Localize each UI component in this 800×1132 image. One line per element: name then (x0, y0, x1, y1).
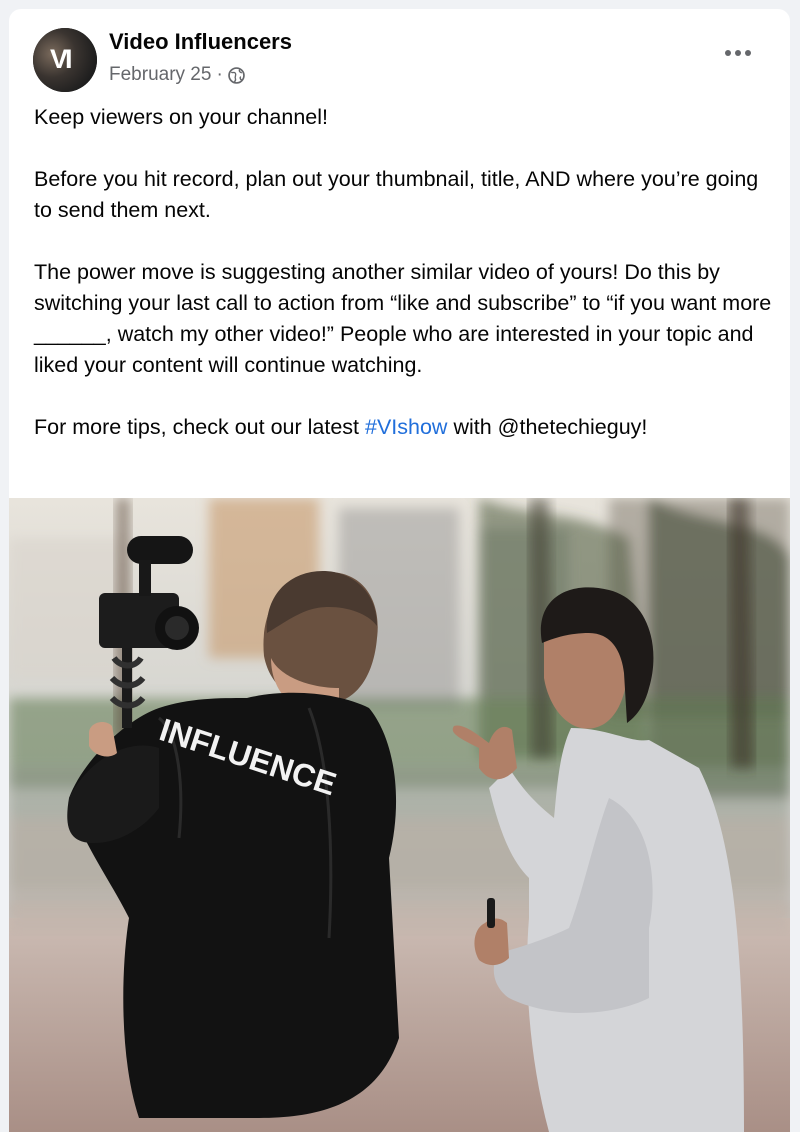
paragraph-3: The power move is suggesting another sim… (34, 260, 772, 377)
avatar-logo: VI (50, 43, 80, 75)
paragraph-1: Keep viewers on your channel! (34, 105, 329, 129)
post-date[interactable]: February 25 (109, 64, 211, 86)
post-card: VI Video Influencers February 25 · Keep … (9, 9, 790, 1132)
meta-separator: · (216, 64, 223, 85)
last-line-before: For more tips, check out our latest (34, 415, 365, 439)
avatar-initials: VI (50, 44, 72, 74)
page-name[interactable]: Video Influencers (109, 29, 292, 55)
paragraph-2: Before you hit record, plan out your thu… (34, 167, 759, 222)
paragraph-4: For more tips, check out our latest #VIs… (34, 412, 774, 443)
hashtag-link[interactable]: #VIshow (365, 415, 447, 439)
more-options-icon[interactable] (724, 45, 752, 61)
post-image[interactable]: INFLUENCE (9, 498, 790, 1132)
last-line-after: with @thetechieguy! (447, 415, 648, 439)
post-meta: February 25 · (109, 64, 245, 86)
page-avatar[interactable]: VI (33, 28, 97, 92)
post-text: Keep viewers on your channel! Before you… (34, 102, 774, 443)
globe-icon[interactable] (227, 66, 245, 84)
